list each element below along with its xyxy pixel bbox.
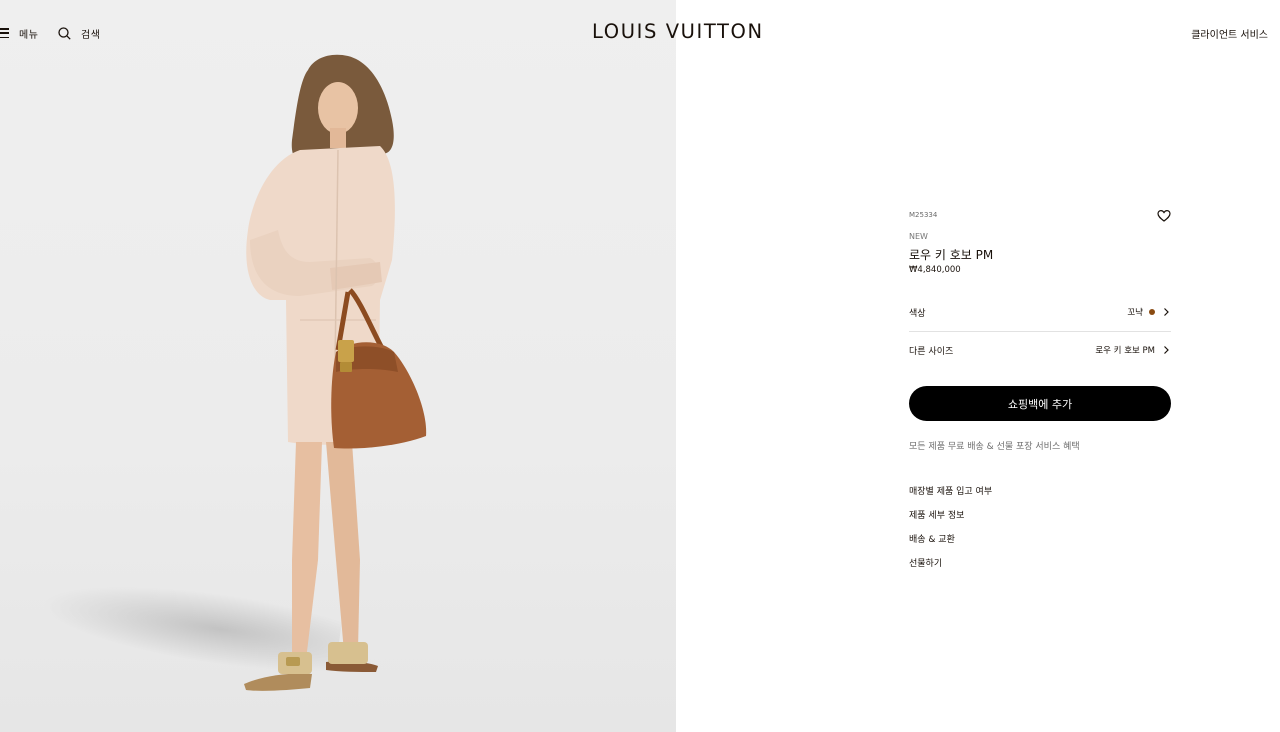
color-swatch — [1149, 309, 1155, 315]
size-label: 다른 사이즈 — [909, 346, 954, 357]
info-links: 매장별 제품 입고 여부 제품 세부 정보 배송 & 교환 선물하기 — [909, 485, 992, 581]
benefit-text: 모든 제품 무료 배송 & 선물 포장 서비스 혜택 — [909, 442, 1080, 452]
add-to-bag-button[interactable]: 쇼핑백에 추가 — [909, 386, 1171, 421]
link-delivery-returns[interactable]: 배송 & 교환 — [909, 533, 992, 557]
link-product-details[interactable]: 제품 세부 정보 — [909, 509, 992, 533]
color-value: 꼬냑 — [1127, 308, 1143, 318]
chevron-right-icon — [1164, 346, 1169, 354]
new-badge: NEW — [909, 232, 928, 241]
brand-logo[interactable]: LOUIS VUITTON — [592, 19, 762, 45]
product-price: ₩4,840,000 — [909, 265, 961, 275]
product-hero-image — [0, 0, 676, 732]
chevron-right-icon — [1164, 308, 1169, 316]
client-service-link[interactable]: 클라이언트 서비스 — [1191, 26, 1268, 41]
link-gifting[interactable]: 선물하기 — [909, 557, 992, 581]
hamburger-icon — [0, 28, 9, 38]
search-icon — [58, 26, 71, 40]
size-selector[interactable]: 다른 사이즈 로우 키 호보 PM — [909, 331, 1171, 369]
color-label: 색상 — [909, 308, 926, 319]
search-label: 검색 — [81, 29, 101, 41]
menu-button[interactable]: 메뉴 — [0, 24, 38, 42]
product-name: 로우 키 호보 PM — [909, 248, 994, 262]
site-header: 메뉴 검색 LOUIS VUITTON 클라이언트 서비스 — [0, 0, 1280, 64]
link-store-availability[interactable]: 매장별 제품 입고 여부 — [909, 485, 992, 509]
model-photo — [244, 54, 427, 691]
product-sku: M25334 — [909, 211, 938, 219]
search-button[interactable]: 검색 — [58, 24, 100, 42]
menu-label: 메뉴 — [19, 29, 39, 41]
heart-icon[interactable] — [1157, 209, 1171, 223]
color-selector[interactable]: 색상 꼬냑 — [909, 293, 1171, 332]
size-value: 로우 키 호보 PM — [1095, 346, 1155, 356]
